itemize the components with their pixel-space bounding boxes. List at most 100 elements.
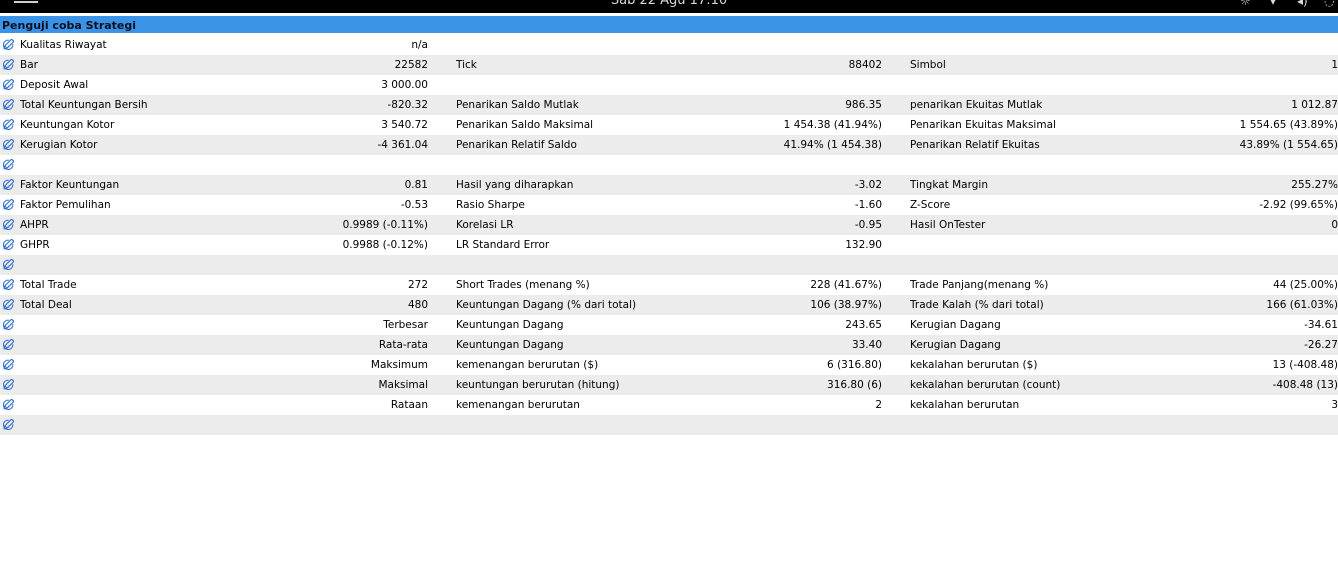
metric-label: Bar [20,59,38,71]
metric-value: 44 (25.00%) [1273,279,1338,291]
edit-pencil-icon[interactable] [2,38,16,52]
metric-label: Faktor Keuntungan [20,179,120,191]
table-row [0,255,1338,275]
metric-label: Penarikan Saldo Mutlak [456,99,579,111]
edit-pencil-icon[interactable] [2,198,16,212]
table-row [0,155,1338,175]
metric-label: Keuntungan Dagang [456,319,564,331]
edit-pencil-icon[interactable] [2,238,16,252]
edit-pencil-icon[interactable] [2,78,16,92]
table-row: Rata-rata Keuntungan Dagang 33.40 Kerugian … [0,335,1338,355]
metric-label: Rasio Sharpe [456,199,525,211]
metric-label: Z-Score [910,199,951,211]
edit-pencil-icon[interactable] [2,58,16,72]
table-row: Kerugian Kotor -4 361.04 Penarikan Relatif… [0,135,1338,155]
metric-value: 0.81 [404,179,428,191]
edit-pencil-icon[interactable] [2,158,16,172]
edit-pencil-icon[interactable] [2,138,16,152]
brightness-icon[interactable]: ☼ [1240,0,1251,8]
metric-value: Rataan [390,399,428,411]
edit-pencil-icon[interactable] [2,278,16,292]
metric-label: Faktor Pemulihan [20,199,111,211]
metric-label: Kerugian Dagang [910,339,1001,351]
wifi-icon[interactable]: ▾ [1270,0,1276,8]
table-row: Maksimum kemenangan berurutan ($) 6 (316.8… [0,355,1338,375]
metric-value: 2 [875,399,882,411]
metric-label: kekalahan berurutan (count) [910,379,1061,391]
metric-label: Keuntungan Dagang (% dari total) [456,299,637,311]
metric-value: 0 [1331,219,1338,231]
panel-title: Penguji coba Strategi [0,16,1338,33]
metric-value: 3 000.00 [381,79,428,91]
edit-pencil-icon[interactable] [2,178,16,192]
edit-pencil-icon[interactable] [2,338,16,352]
metric-label: AHPR [20,219,49,231]
metric-label: kekalahan berurutan [910,399,1020,411]
table-row: GHPR 0.9988 (-0.12%) LR Standard Error 132.… [0,235,1338,255]
metric-label: LR Standard Error [456,239,550,251]
edit-pencil-icon[interactable] [2,298,16,312]
edit-pencil-icon[interactable] [2,98,16,112]
metric-value: Terbesar [383,319,428,331]
edit-pencil-icon[interactable] [2,378,16,392]
table-row: Kualitas Riwayat n/a [0,35,1338,55]
metric-value: -0.53 [400,199,428,211]
metric-value: Maksimal [378,379,428,391]
edit-pencil-icon[interactable] [2,258,16,272]
volume-icon[interactable]: ◂) [1297,0,1308,8]
metric-value: n/a [411,39,428,51]
table-row: Faktor Pemulihan -0.53 Rasio Sharpe -1.60 Z-… [0,195,1338,215]
metric-value: 1 012.87 [1291,99,1338,111]
metric-value: 33.40 [851,339,882,351]
metric-value: 106 (38.97%) [810,299,882,311]
table-row: Total Deal 480 Keuntungan Dagang (% dari t… [0,295,1338,315]
system-clock[interactable]: Sab 22 Agu 17:10 [0,0,1338,8]
edit-pencil-icon[interactable] [2,418,16,432]
edit-pencil-icon[interactable] [2,218,16,232]
metric-label: penarikan Ekuitas Mutlak [910,99,1043,111]
table-row: Rataan kemenangan berurutan 2 kekalahan ber… [0,395,1338,415]
metric-label: Trade Kalah (% dari total) [910,299,1044,311]
power-icon[interactable]: ◌ [1324,0,1334,8]
edit-pencil-icon[interactable] [2,118,16,132]
metric-value: 243.65 [845,319,882,331]
metric-value: 41.94% (1 454.38) [783,139,882,151]
metric-label: kemenangan berurutan ($) [456,359,599,371]
metric-label: kekalahan berurutan ($) [910,359,1038,371]
table-row: AHPR 0.9989 (-0.11%) Korelasi LR -0.95 Hasil… [0,215,1338,235]
metric-value: 0.9989 (-0.11%) [342,219,428,231]
metric-label: Total Trade [20,279,77,291]
metric-value: -2.92 (99.65%) [1259,199,1338,211]
metric-label: Keuntungan Kotor [20,119,115,131]
metric-value: 1 [1331,59,1338,71]
table-row: Faktor Keuntungan 0.81 Hasil yang diharapk… [0,175,1338,195]
metric-label: Trade Panjang(menang %) [910,279,1049,291]
metric-value: 1 554.65 (43.89%) [1239,119,1338,131]
metric-label: Hasil yang diharapkan [456,179,574,191]
table-row: Bar 22582 Tick 88402 Simbol 1 [0,55,1338,75]
metric-value: -1.60 [854,199,882,211]
table-row: Terbesar Keuntungan Dagang 243.65 Kerugian … [0,315,1338,335]
metric-value: 272 [407,279,428,291]
metric-value: 43.89% (1 554.65) [1239,139,1338,151]
edit-pencil-icon[interactable] [2,358,16,372]
metric-value: 480 [407,299,428,311]
metric-value: Rata-rata [378,339,428,351]
metric-label: Penarikan Relatif Saldo [456,139,577,151]
metric-label: Total Keuntungan Bersih [20,99,148,111]
metric-label: Penarikan Relatif Ekuitas [910,139,1040,151]
metric-label: Korelasi LR [456,219,514,231]
metric-label: Kerugian Kotor [20,139,98,151]
metric-value: 3 [1331,399,1338,411]
metric-label: Tingkat Margin [910,179,988,191]
metric-value: -820.32 [387,99,428,111]
metric-label: Tick [456,59,477,71]
metric-value: 132.90 [845,239,882,251]
metric-label: Deposit Awal [20,79,89,91]
edit-pencil-icon[interactable] [2,318,16,332]
edit-pencil-icon[interactable] [2,398,16,412]
metric-value: 6 (316.80) [827,359,882,371]
table-row: Total Keuntungan Bersih -820.32 Penarikan … [0,95,1338,115]
metric-value: 228 (41.67%) [810,279,882,291]
metric-value: -0.95 [854,219,882,231]
